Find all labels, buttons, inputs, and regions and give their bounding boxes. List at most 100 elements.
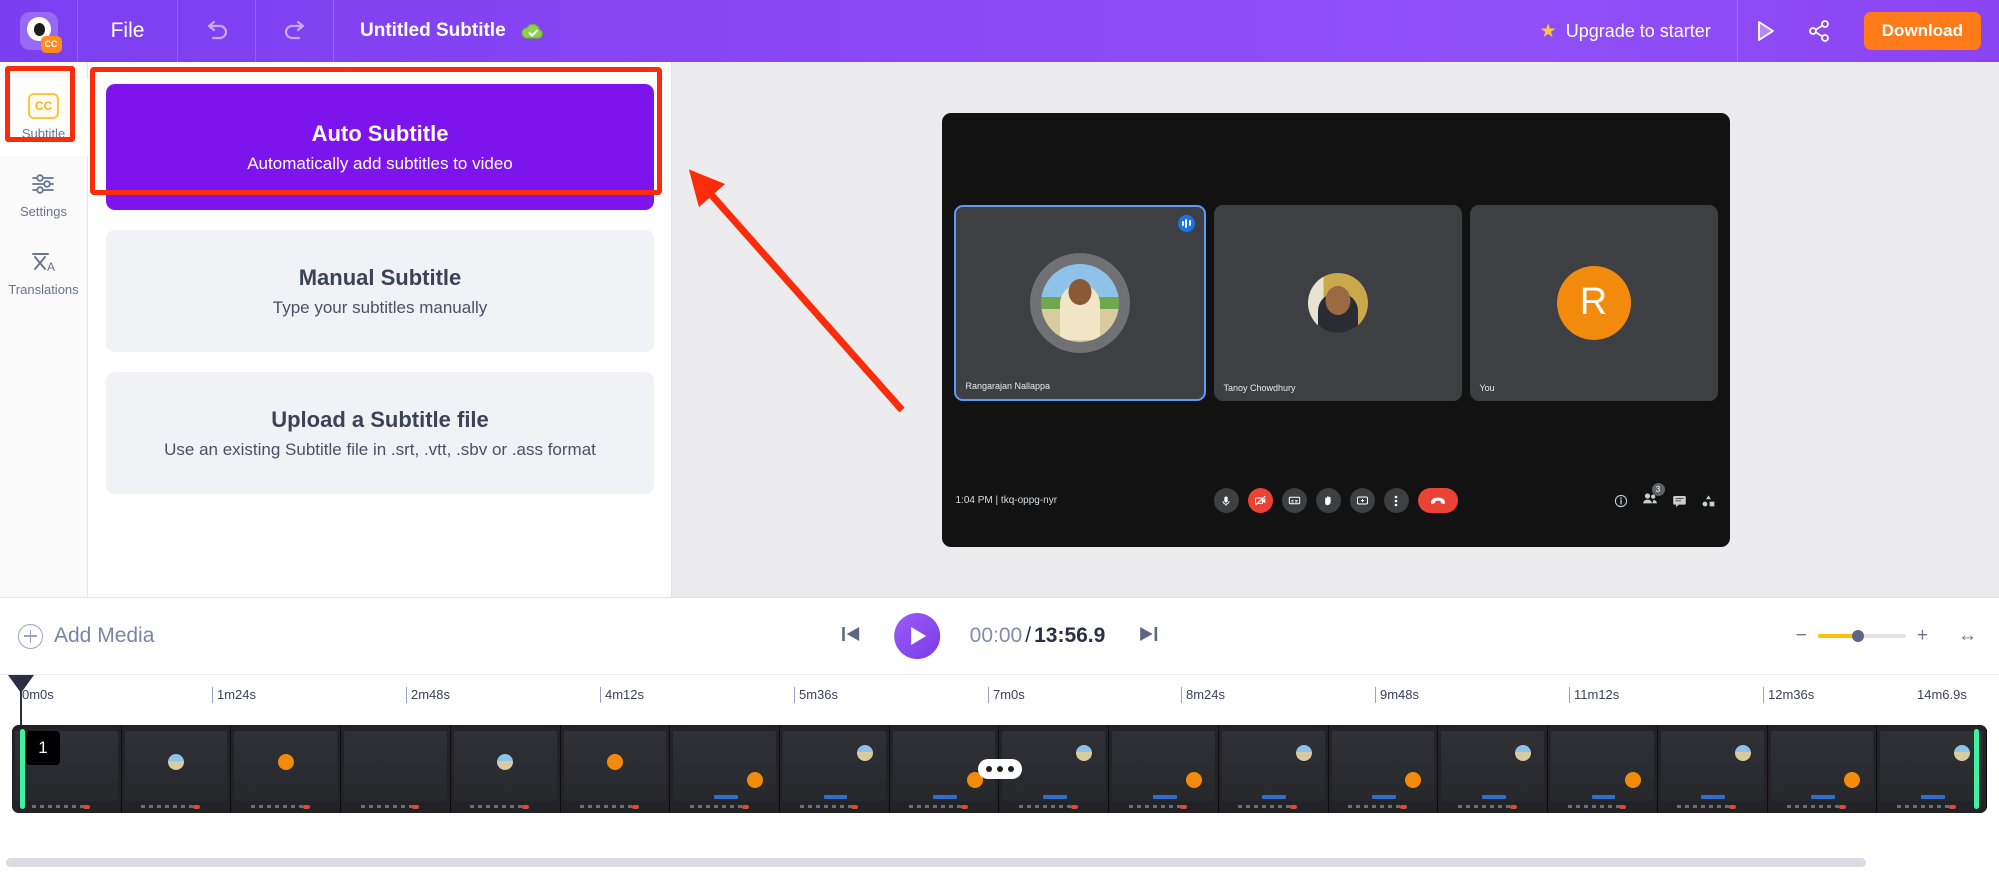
- clip-thumbnail: [1438, 725, 1549, 813]
- timeline-track[interactable]: 1: [12, 725, 1987, 813]
- hang-up-button[interactable]: [1417, 488, 1458, 513]
- auto-subtitle-title: Auto Subtitle: [311, 120, 449, 146]
- play-button[interactable]: [893, 613, 940, 659]
- add-media-label: Add Media: [54, 624, 155, 647]
- meeting-details-icon[interactable]: [1614, 494, 1628, 508]
- participant-tile[interactable]: R You: [1469, 204, 1718, 401]
- svg-text:A: A: [47, 260, 55, 274]
- ruler-tick: 2m48s: [406, 687, 450, 703]
- people-button[interactable]: 3: [1642, 483, 1665, 510]
- header-spacer: [572, 0, 1520, 62]
- clip-thumbnail: [780, 725, 890, 813]
- app-header: CC File Untitled Subtitle ★ Upgrade to s…: [0, 0, 1999, 62]
- meeting-controls: [1213, 488, 1458, 513]
- download-button[interactable]: Download: [1863, 12, 1981, 50]
- cc-icon: CC: [28, 93, 59, 119]
- fit-to-width-button[interactable]: ↔: [1958, 625, 1977, 647]
- meeting-control-bar: 1:04 PM | tkq-oppg-nyr 3: [942, 481, 1730, 521]
- sidebar-item-label: Settings: [20, 204, 67, 219]
- app-logo-eye-cc-icon: CC: [19, 12, 62, 53]
- skip-to-start-button[interactable]: [838, 623, 864, 650]
- preview-stage: Rangarajan Nallappa Tanoy Chowdhury R Yo…: [672, 62, 1999, 597]
- zoom-slider[interactable]: [1817, 630, 1906, 642]
- transport-bar: Add Media 00:00/13:56.9 − + ↔: [0, 597, 1999, 675]
- present-screen-icon: [1356, 496, 1368, 505]
- project-title: Untitled Subtitle: [360, 20, 506, 41]
- ruler-tick: 8m24s: [1181, 687, 1225, 703]
- participant-tile[interactable]: Rangarajan Nallappa: [953, 204, 1206, 401]
- three-dots-drag-handle[interactable]: [977, 759, 1022, 779]
- upgrade-button[interactable]: ★ Upgrade to starter: [1520, 0, 1738, 62]
- sidebar-item-translations[interactable]: A Translations: [0, 234, 88, 312]
- ruler-tick: 7m0s: [988, 687, 1025, 703]
- present-screen-button[interactable]: [1349, 488, 1375, 513]
- zoom-slider-knob[interactable]: [1851, 630, 1864, 642]
- preview-button[interactable]: [1738, 0, 1792, 62]
- file-menu-button[interactable]: File: [78, 0, 178, 62]
- camera-button[interactable]: [1247, 488, 1273, 513]
- more-options-icon: [1394, 495, 1398, 506]
- activities-icon[interactable]: [1701, 494, 1716, 508]
- clip-thumbnail: [341, 725, 451, 813]
- undo-arrow-icon: [207, 20, 227, 40]
- ruler-tick: 0m0s: [22, 687, 54, 702]
- ruler-tick: 1m24s: [212, 687, 256, 703]
- scrollbar-thumb[interactable]: [6, 858, 1866, 867]
- redo-button[interactable]: [256, 0, 334, 62]
- upload-subtitle-title: Upload a Subtitle file: [271, 406, 489, 432]
- clip-index-label: 1: [26, 731, 60, 765]
- app-logo[interactable]: CC: [0, 0, 78, 62]
- clip-thumbnail: [450, 725, 561, 813]
- participant-tiles: Rangarajan Nallappa Tanoy Chowdhury R Yo…: [953, 204, 1718, 401]
- sidebar-item-settings[interactable]: Settings: [0, 156, 88, 234]
- ruler-tick: 4m12s: [600, 687, 644, 703]
- meeting-separator: |: [995, 495, 999, 506]
- participant-tile[interactable]: Tanoy Chowdhury: [1213, 204, 1462, 401]
- undo-button[interactable]: [178, 0, 256, 62]
- app-root: CC File Untitled Subtitle ★ Upgrade to s…: [0, 0, 1999, 878]
- people-count-badge: 3: [1651, 483, 1665, 496]
- hang-up-icon: [1430, 497, 1445, 504]
- plus-circle-icon: [18, 623, 43, 649]
- time-separator: /: [1025, 624, 1032, 647]
- skip-to-end-button[interactable]: [1135, 623, 1161, 650]
- upload-subtitle-card[interactable]: Upload a Subtitle file Use an existing S…: [106, 372, 654, 494]
- raise-hand-icon: [1325, 495, 1331, 505]
- clip-thumbnail: [1109, 725, 1219, 813]
- zoom-control: − +: [1796, 625, 1928, 647]
- timeline: 0m0s 1m24s 2m48s 4m12s 5m36s 7m0s 8m24s 9m48s 11…: [0, 675, 1999, 878]
- plus-icon[interactable]: +: [1917, 625, 1928, 647]
- clip-trim-handle-left[interactable]: [20, 729, 25, 809]
- skip-to-end-icon: [1140, 626, 1158, 641]
- clip-thumbnail: [560, 725, 671, 813]
- play-preview-icon: [1757, 21, 1774, 41]
- timeline-horizontal-scrollbar[interactable]: [0, 858, 1999, 868]
- clip-thumbnail: [231, 725, 342, 813]
- share-button[interactable]: [1792, 0, 1846, 62]
- clip-trim-handle-right[interactable]: [1974, 729, 1979, 809]
- sidebar-item-subtitle[interactable]: CC Subtitle: [0, 78, 88, 156]
- avatar: R: [1544, 253, 1644, 353]
- project-title-area[interactable]: Untitled Subtitle: [334, 0, 572, 62]
- skip-to-start-icon: [841, 626, 859, 641]
- manual-subtitle-card[interactable]: Manual Subtitle Type your subtitles manu…: [106, 230, 654, 352]
- play-icon: [911, 627, 927, 645]
- video-preview[interactable]: Rangarajan Nallappa Tanoy Chowdhury R Yo…: [941, 112, 1730, 547]
- raise-hand-button[interactable]: [1315, 488, 1341, 513]
- captions-button[interactable]: [1281, 488, 1307, 513]
- participant-name: You: [1479, 382, 1495, 393]
- manual-subtitle-title: Manual Subtitle: [298, 264, 462, 290]
- microphone-button[interactable]: [1213, 488, 1239, 513]
- ruler-tick: 5m36s: [794, 687, 838, 703]
- add-media-button[interactable]: Add Media: [18, 623, 155, 649]
- auto-subtitle-card[interactable]: Auto Subtitle Automatically add subtitle…: [106, 84, 654, 210]
- clip-thumbnail: [1877, 725, 1987, 813]
- timeline-ruler[interactable]: 0m0s 1m24s 2m48s 4m12s 5m36s 7m0s 8m24s 9m48s 11…: [0, 675, 1999, 811]
- chat-icon[interactable]: [1672, 494, 1687, 508]
- redo-arrow-icon: [284, 20, 304, 40]
- minus-icon[interactable]: −: [1796, 625, 1807, 647]
- microphone-icon: [1222, 496, 1230, 506]
- participant-name: Tanoy Chowdhury: [1223, 382, 1296, 393]
- timeline-zoom-controls: − + ↔: [1796, 625, 1977, 647]
- more-options-button[interactable]: [1383, 488, 1409, 513]
